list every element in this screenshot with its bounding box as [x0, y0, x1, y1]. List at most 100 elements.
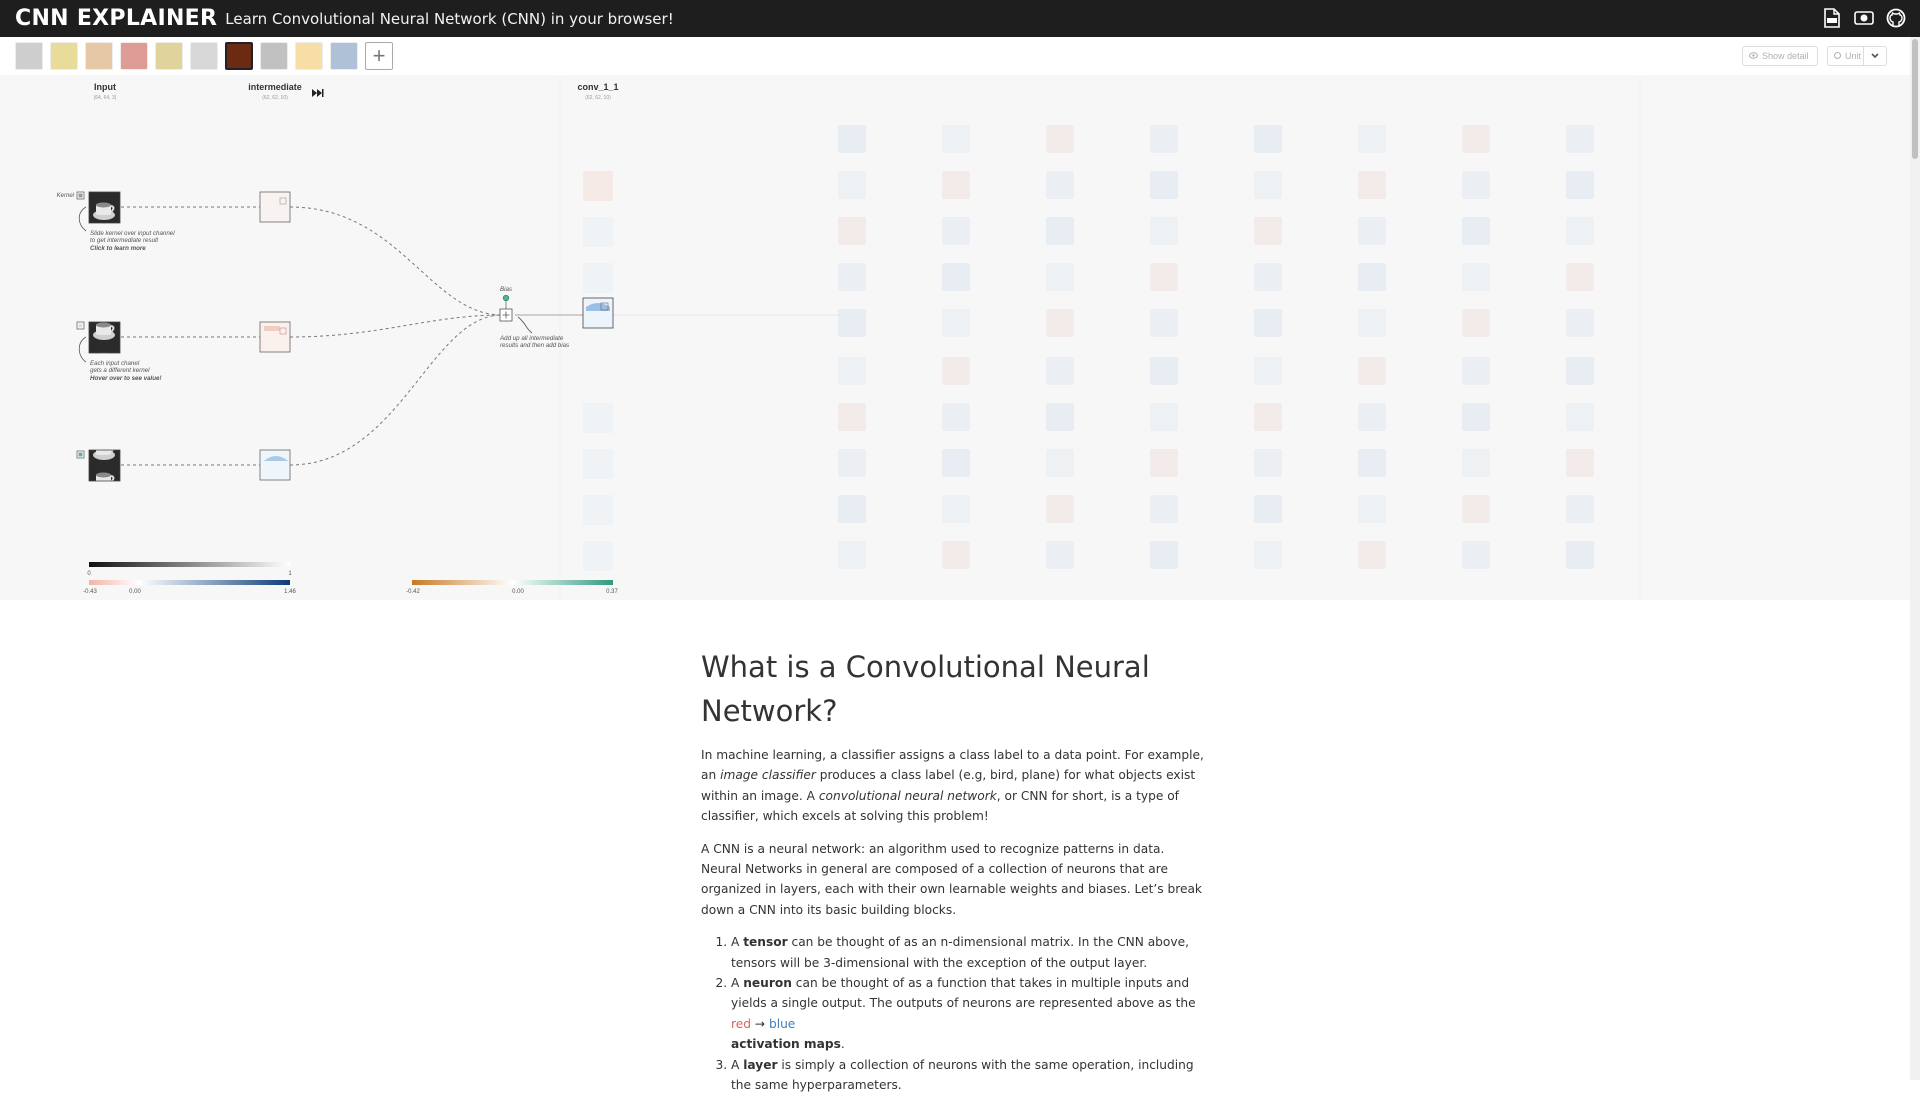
- pdf-icon[interactable]: [1822, 7, 1842, 29]
- faded-neuron: [942, 403, 970, 431]
- video-icon[interactable]: [1854, 7, 1874, 29]
- faded-neuron: [1254, 357, 1282, 385]
- faded-neuron: [1046, 541, 1074, 569]
- faded-neuron: [1150, 217, 1178, 245]
- list-text: is simply a collection of neurons with t…: [731, 1057, 1194, 1093]
- github-icon[interactable]: [1886, 7, 1906, 29]
- thumbnail-6[interactable]: [190, 42, 218, 70]
- article-paragraph-2: A CNN is a neural network: an algorithm …: [701, 841, 1202, 917]
- faded-neuron: [1358, 541, 1386, 569]
- emphasis-image-classifier: image classifier: [720, 768, 816, 783]
- thumbnail-9[interactable]: [295, 42, 323, 70]
- intermediate-result-1[interactable]: [259, 191, 291, 223]
- thumbnail-4[interactable]: [120, 42, 148, 70]
- bias-node[interactable]: [502, 294, 510, 302]
- show-detail-button[interactable]: Show detail: [1742, 46, 1818, 66]
- top-navigation-bar: CNN EXPLAINER Learn Convolutional Neural…: [0, 0, 1920, 37]
- faded-neuron: [942, 125, 970, 153]
- faded-neuron: [1254, 125, 1282, 153]
- thumbnail-5[interactable]: [155, 42, 183, 70]
- faded-neuron: [1566, 217, 1594, 245]
- connection-lines: [121, 206, 503, 466]
- faded-neuron: [942, 449, 970, 477]
- faded-neuron: [1150, 495, 1178, 523]
- thumbnail-2[interactable]: [50, 42, 78, 70]
- faded-neuron: [1046, 263, 1074, 291]
- faded-neuron: [1046, 403, 1074, 431]
- faded-neuron: [1566, 263, 1594, 291]
- page-scrollbar[interactable]: [1910, 37, 1920, 1080]
- kernel-label: Kernel: [57, 193, 75, 199]
- input-channel-green[interactable]: [88, 321, 121, 354]
- faded-neuron: [1462, 263, 1490, 291]
- thumbnail-8[interactable]: [260, 42, 288, 70]
- intermediate-result-3[interactable]: [259, 449, 291, 481]
- term-layer: layer: [743, 1057, 778, 1072]
- faded-neuron: [942, 171, 970, 199]
- faded-conv-neuron: [583, 541, 613, 571]
- faded-neuron: [1462, 171, 1490, 199]
- input-channel-red[interactable]: [88, 191, 121, 224]
- list-prefix: A: [731, 935, 744, 950]
- unit-selector[interactable]: Unit: [1827, 46, 1863, 66]
- arrow-symbol: →: [750, 1016, 769, 1031]
- faded-neuron: [1462, 495, 1490, 523]
- faded-neuron: [1358, 495, 1386, 523]
- thumbnail-3[interactable]: [85, 42, 113, 70]
- intermediate-legend-mid: 0.00: [129, 589, 141, 595]
- intermediate-column-title: intermediate: [248, 82, 302, 92]
- input-color-legend: [89, 562, 290, 567]
- conv-output-neuron[interactable]: [582, 297, 614, 329]
- faded-neuron: [838, 263, 866, 291]
- faded-neuron: [1046, 125, 1074, 153]
- faded-neuron: [1566, 171, 1594, 199]
- faded-conv-neuron: [583, 171, 613, 201]
- faded-neuron: [838, 171, 866, 199]
- list-item-neuron: A neuron can be thought of as a function…: [731, 973, 1206, 1055]
- input-legend-max: 1: [288, 571, 292, 577]
- faded-neuron: [1254, 403, 1282, 431]
- annotation-slide-kernel-2: to get intermediate result: [90, 237, 158, 244]
- faded-neuron: [1046, 357, 1074, 385]
- faded-conv-neuron: [583, 403, 613, 433]
- image-selector: +: [15, 42, 393, 70]
- faded-neuron: [1254, 309, 1282, 337]
- faded-neuron: [1254, 263, 1282, 291]
- faded-neuron: [838, 403, 866, 431]
- input-channel-blue[interactable]: [88, 449, 121, 482]
- control-bar: + Show detail Unit: [0, 37, 1910, 75]
- faded-neuron: [942, 217, 970, 245]
- scrollbar-thumb[interactable]: [1912, 39, 1918, 159]
- faded-neuron: [1150, 357, 1178, 385]
- add-image-button[interactable]: +: [365, 42, 393, 70]
- thumbnail-7-espresso[interactable]: [225, 42, 253, 70]
- faded-neuron: [942, 309, 970, 337]
- term-neuron: neuron: [743, 976, 792, 991]
- bias-label: Bias: [500, 286, 512, 293]
- building-blocks-list: A tensor can be thought of as an n-dimen…: [701, 932, 1206, 1095]
- faded-neuron: [1150, 171, 1178, 199]
- faded-neuron: [942, 263, 970, 291]
- annotation-slide-kernel-3: Click to learn more: [90, 245, 146, 252]
- faded-neuron: [942, 541, 970, 569]
- conv-column-title: conv_1_1: [577, 82, 618, 92]
- faded-neuron: [1358, 309, 1386, 337]
- annotation-slide-kernel-1: Slide kernel over input channel: [90, 230, 175, 237]
- unit-label: Unit: [1845, 51, 1862, 61]
- thumbnail-1[interactable]: [15, 42, 43, 70]
- input-column-dimension: (64, 64, 3): [94, 95, 117, 101]
- conv-legend-mid: 0.00: [512, 589, 524, 595]
- faded-conv-neuron: [583, 449, 613, 479]
- thumbnail-10[interactable]: [330, 42, 358, 70]
- cnn-overview: Input (64, 64, 3) intermediate (62, 62, …: [0, 75, 1910, 600]
- faded-neuron: [1358, 217, 1386, 245]
- faded-neuron: [838, 217, 866, 245]
- term-tensor: tensor: [743, 935, 788, 950]
- faded-neuron: [1046, 309, 1074, 337]
- skip-forward-icon[interactable]: [312, 89, 324, 97]
- list-text: can be thought of as an n-dimensional ma…: [731, 935, 1189, 970]
- faded-neuron: [1150, 449, 1178, 477]
- faded-neuron: [1254, 449, 1282, 477]
- unit-dropdown-button[interactable]: [1863, 46, 1887, 66]
- conv-column-dimension: (62, 62, 10): [585, 95, 611, 101]
